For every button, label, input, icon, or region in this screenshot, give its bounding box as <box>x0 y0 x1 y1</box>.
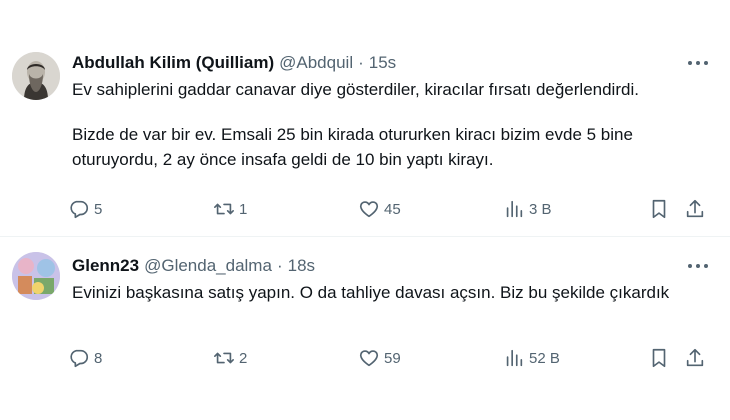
tweet-header: Glenn23 @Glenda_dalma · 18s <box>72 255 315 277</box>
repost-button[interactable]: 2 <box>213 346 247 370</box>
author-name[interactable]: Abdullah Kilim (Quilliam) <box>72 53 274 73</box>
bookmark-button[interactable] <box>648 346 670 370</box>
views-button[interactable]: 3 B <box>503 197 552 221</box>
timestamp[interactable]: 15s <box>369 53 396 73</box>
separator: · <box>276 256 283 275</box>
like-button[interactable]: 59 <box>358 346 401 370</box>
tweet-paragraph: Evinizi başkasına satış yapın. O da tahl… <box>72 283 670 302</box>
bookmark-icon <box>652 199 666 219</box>
action-bar: 8 2 59 52 B <box>68 346 718 370</box>
action-bar: 5 1 45 3 B <box>68 197 718 221</box>
heart-icon <box>359 350 379 367</box>
repost-button[interactable]: 1 <box>213 197 247 221</box>
reply-icon <box>70 349 89 368</box>
reply-button[interactable]: 5 <box>68 197 102 221</box>
reply-count: 8 <box>94 349 103 367</box>
heart-icon <box>359 201 379 218</box>
tweet-text: Evinizi başkasına satış yapın. O da tahl… <box>72 280 672 305</box>
bookmark-button[interactable] <box>648 197 670 221</box>
repost-icon <box>214 352 234 364</box>
share-button[interactable] <box>684 197 706 221</box>
views-button[interactable]: 52 B <box>503 346 560 370</box>
reply-count: 5 <box>94 200 103 218</box>
bookmark-icon <box>652 348 666 368</box>
views-count: 3 B <box>529 200 552 218</box>
views-icon <box>506 349 523 367</box>
like-count: 45 <box>384 200 401 218</box>
reply-icon <box>70 200 89 219</box>
repost-icon <box>214 203 234 215</box>
tweet-header: Abdullah Kilim (Quilliam) @Abdquil · 15s <box>72 52 396 74</box>
more-icon[interactable] <box>688 56 708 70</box>
share-icon <box>686 348 704 367</box>
top-bar <box>0 0 730 28</box>
author-name[interactable]: Glenn23 <box>72 256 139 276</box>
reply-button[interactable]: 8 <box>68 346 102 370</box>
tweet-text: Ev sahiplerini gaddar canavar diye göste… <box>72 77 712 172</box>
tweet[interactable]: Glenn23 @Glenda_dalma · 18s Evinizi başk… <box>0 237 730 420</box>
repost-count: 2 <box>239 349 248 367</box>
author-handle[interactable]: @Glenda_dalma <box>144 256 272 276</box>
like-count: 59 <box>384 349 401 367</box>
tweet-paragraph: Bizde de var bir ev. Emsali 25 bin kirad… <box>72 125 633 169</box>
share-icon <box>686 199 704 218</box>
like-button[interactable]: 45 <box>358 197 401 221</box>
avatar[interactable] <box>12 252 60 300</box>
timestamp[interactable]: 18s <box>288 256 315 276</box>
tweet[interactable]: Abdullah Kilim (Quilliam) @Abdquil · 15s… <box>0 28 730 236</box>
tweet-paragraph: Ev sahiplerini gaddar canavar diye göste… <box>72 80 639 99</box>
repost-count: 1 <box>239 200 248 218</box>
avatar[interactable] <box>12 52 60 100</box>
share-button[interactable] <box>684 346 706 370</box>
views-count: 52 B <box>529 349 560 367</box>
views-icon <box>506 200 523 218</box>
separator: · <box>358 53 364 72</box>
author-handle[interactable]: @Abdquil <box>279 53 353 73</box>
more-icon[interactable] <box>688 259 708 273</box>
